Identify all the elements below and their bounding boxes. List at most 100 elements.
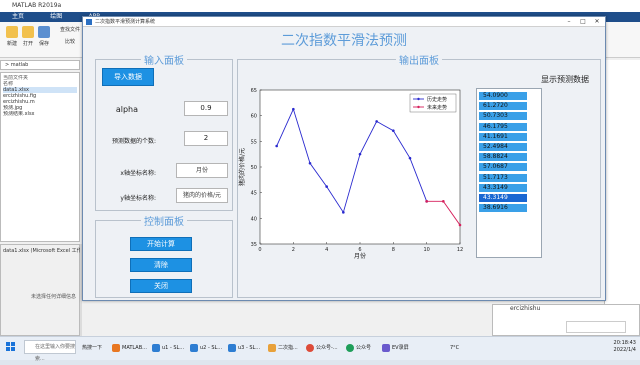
data-point (408, 156, 412, 160)
list-item[interactable]: 41.1691 (479, 132, 527, 141)
import-data-button[interactable]: 导入数据 (102, 68, 154, 86)
taskbar-item[interactable]: 热搜一下 (82, 341, 102, 355)
folder-icon (22, 26, 34, 38)
taskbar-item[interactable]: 公众号-... (306, 341, 338, 355)
simulink-icon (190, 343, 198, 352)
data-point (425, 200, 428, 203)
y-tick-label: 55 (251, 139, 257, 145)
temperature: 7°C (450, 345, 460, 351)
data-point (375, 120, 378, 123)
list-item[interactable]: 58.8824 (479, 153, 527, 162)
x-tick-label: 4 (325, 247, 328, 253)
y-tick-label: 65 (251, 88, 257, 94)
data-point (342, 211, 345, 214)
command-text: ercizhishu (510, 305, 541, 312)
clock-date: 2022/1/4 (613, 347, 636, 353)
taskbar-item[interactable]: EV录屏 (382, 341, 409, 355)
start-button[interactable]: 开始计算 (130, 237, 192, 251)
close-button[interactable]: 关闭 (130, 279, 192, 293)
taskbar-item[interactable]: u3 - SL... (228, 341, 260, 355)
simulink-icon (228, 343, 236, 352)
details-title: data1.xlsx (Microsoft Excel 工作表) (3, 248, 89, 254)
xlabel-field[interactable]: 月份 (176, 163, 228, 178)
plot-area (259, 89, 461, 245)
path-bar[interactable]: > matlab (0, 60, 80, 70)
list-item[interactable]: 46.1795 (479, 122, 527, 131)
line-chart: 0 2 4 6 8 10 1235404550556065月份猪肉的价格/元历史走势未来走势 (238, 88, 463, 260)
input-panel: 输入面板 导入数据 alpha 0.9 预测数据的个数: 2 x轴坐标名称: 月… (95, 56, 233, 211)
data-point (392, 129, 395, 133)
workspace-panel (604, 60, 640, 336)
y-tick-label: 40 (251, 216, 257, 222)
prediction-listbox[interactable]: 54.0900 61.2720 50.7303 46.1795 41.1691 52.49… (476, 88, 542, 258)
list-item[interactable]: 57.0687 (479, 163, 527, 172)
taskbar-item[interactable]: 二次指... (268, 341, 298, 355)
close-icon[interactable]: ✕ (591, 17, 603, 27)
taskbar-item[interactable]: u2 - SL... (190, 341, 222, 355)
legend-label: 未来走势 (427, 104, 447, 111)
maximize-icon[interactable]: □ (577, 17, 589, 27)
chrome-icon (306, 343, 314, 352)
list-item[interactable]: 43.3149 (479, 183, 527, 192)
control-panel: 控制面板 开始计算 清除 关闭 (95, 217, 233, 298)
taskbar-item[interactable]: u1 - SL... (152, 341, 184, 355)
details-hint: 未选择任何详细信息 (31, 294, 77, 300)
count-field[interactable]: 2 (184, 131, 228, 146)
compare-button[interactable]: 比较 (56, 38, 84, 45)
find-files-button[interactable]: 查找文件 (56, 26, 84, 33)
list-title: 显示预测数据 (541, 75, 589, 84)
taskbar-item[interactable]: MATLAB... (112, 341, 147, 355)
app-icon (86, 19, 92, 25)
save-icon (38, 26, 50, 38)
data-point (292, 107, 295, 111)
browser-icon (346, 343, 354, 352)
current-folder-panel: 当前文件夹 名称 data1.xlsx ercizhishu.fig erciz… (0, 72, 80, 242)
data-point (325, 185, 328, 188)
taskbar-search-input[interactable]: 在这里输入你要搜索... (24, 340, 76, 362)
open-button[interactable]: 打开 (20, 26, 36, 47)
tab-home[interactable]: 主页 (0, 12, 36, 22)
matlab-titlebar: MATLAB R2019a (0, 0, 640, 12)
data-point (308, 161, 312, 165)
list-item[interactable]: 43.3149 (479, 194, 527, 202)
x-tick-label: 12 (457, 247, 463, 253)
taskbar-item[interactable]: 公众号 (346, 341, 371, 355)
windows-start-icon[interactable] (6, 342, 16, 352)
tab-plots[interactable]: 绘图 (38, 12, 74, 22)
data-point (358, 152, 362, 156)
output-panel-title: 输出面板 (396, 56, 442, 67)
x-tick-label: 0 (258, 247, 261, 253)
save-button[interactable]: 保存 (36, 26, 52, 47)
y-tick-label: 45 (251, 191, 257, 197)
data-point (458, 223, 462, 227)
recorder-icon (382, 343, 390, 352)
list-item[interactable]: 51.7173 (479, 173, 527, 182)
list-item[interactable]: 54.0900 (479, 92, 527, 100)
data-point (275, 144, 278, 148)
clock-time: 20:18:43 (613, 340, 636, 346)
ylabel-field[interactable]: 猪肉的价格/元 (176, 188, 228, 203)
x-tick-label: 2 (292, 247, 295, 253)
figure-icon (268, 343, 276, 352)
new-icon (6, 26, 18, 38)
file-item[interactable]: 预测结果.xlsx (3, 111, 77, 117)
gui-titlebar[interactable]: 二次指数平滑预测计算系统 – □ ✕ (83, 17, 605, 27)
list-item[interactable]: 52.4984 (479, 143, 527, 151)
gui-heading: 二次指数平滑法预测 (281, 33, 407, 49)
y-tick-label: 50 (251, 165, 257, 171)
legend-marker (417, 105, 420, 109)
alpha-field[interactable]: 0.9 (184, 101, 228, 116)
clock: 20:18:43 2022/1/4 (596, 340, 636, 354)
list-item[interactable]: 38.6916 (479, 204, 527, 213)
clear-button[interactable]: 清除 (130, 258, 192, 272)
y-tick-label: 35 (251, 242, 257, 248)
list-item[interactable]: 50.7303 (479, 112, 527, 121)
new-button[interactable]: 新建 (4, 26, 20, 47)
x-tick-label: 8 (392, 247, 395, 253)
ylabel-label: y轴坐标名称: (120, 195, 156, 202)
xlabel-label: x轴坐标名称: (120, 170, 156, 177)
system-tray[interactable] (566, 321, 626, 333)
matlab-icon (112, 343, 120, 352)
list-item[interactable]: 61.2720 (479, 102, 527, 111)
minimize-icon[interactable]: – (563, 17, 575, 27)
